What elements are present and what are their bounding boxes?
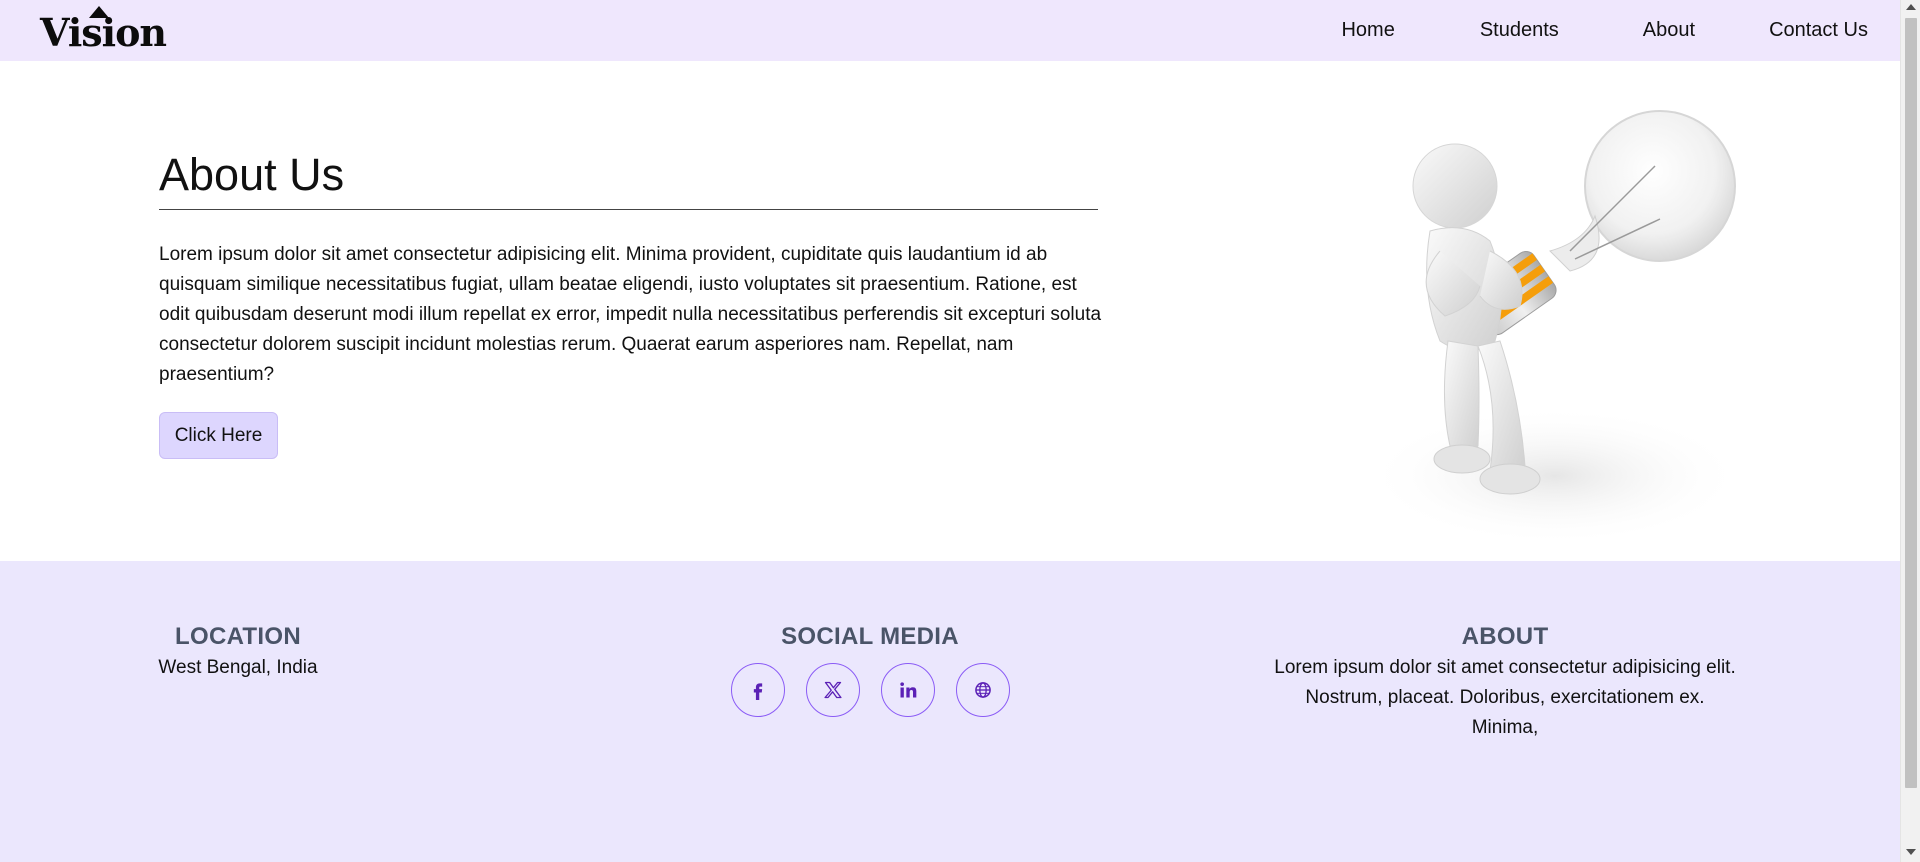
vertical-scrollbar[interactable] [1900,0,1920,862]
footer-about-text: Lorem ipsum dolor sit amet consectetur a… [1274,657,1736,738]
nav-link-home[interactable]: Home [1341,19,1394,42]
nav-links: Home Students About Contact Us [1341,0,1868,61]
nav-link-contact-us[interactable]: Contact Us [1769,19,1868,42]
footer: LOCATION West Bengal, India SOCIAL MEDIA [0,561,1900,862]
facebook-icon[interactable] [730,663,785,717]
logo[interactable]: Vision [40,6,167,55]
title-divider [159,209,1098,210]
person-holding-lightbulb-image [1365,101,1760,546]
nav-link-students[interactable]: Students [1480,19,1559,42]
social-icons-row [670,663,1070,717]
scroll-down-arrow-icon[interactable] [1906,849,1916,855]
scroll-up-arrow-icon[interactable] [1906,4,1916,10]
location-heading: LOCATION [175,623,301,650]
x-twitter-icon[interactable] [805,663,860,717]
logo-text: Vision [40,10,167,55]
about-section: About Us Lorem ipsum dolor sit amet cons… [0,61,1900,561]
social-media-heading: SOCIAL MEDIA [781,623,959,650]
scrollbar-thumb[interactable] [1905,18,1917,788]
about-body-text: Lorem ipsum dolor sit amet consectetur a… [159,244,1102,385]
nav-link-about[interactable]: About [1643,19,1695,42]
footer-social-media: SOCIAL MEDIA [670,623,1070,717]
navbar: Vision Home Students About Contact Us [0,0,1900,61]
location-text: West Bengal, India [158,657,318,678]
footer-location: LOCATION West Bengal, India [138,623,338,683]
linkedin-icon[interactable] [880,663,935,717]
click-here-button[interactable]: Click Here [159,412,278,459]
about-title: About Us [159,149,345,200]
footer-about-heading: ABOUT [1461,623,1549,650]
footer-about: ABOUT Lorem ipsum dolor sit amet consect… [1270,623,1740,743]
page: Vision Home Students About Contact Us Ab… [0,0,1900,862]
globe-icon[interactable] [955,663,1010,717]
